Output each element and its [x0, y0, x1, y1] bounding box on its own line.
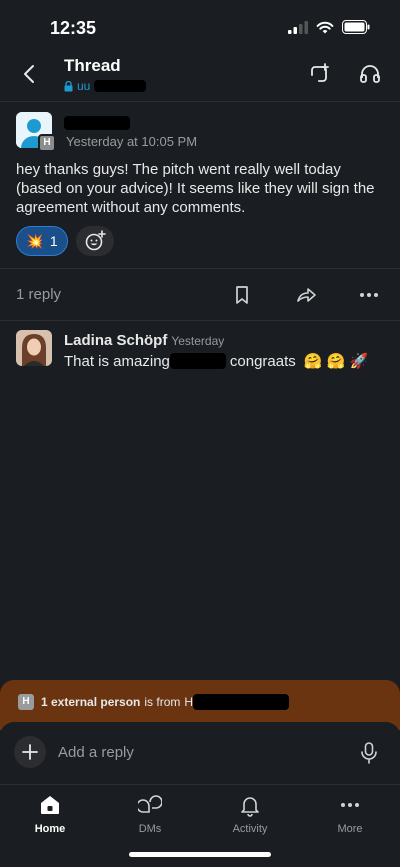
reply-input[interactable] — [58, 740, 338, 764]
battery-icon — [342, 20, 370, 34]
bookmark-icon[interactable] — [231, 284, 253, 306]
author-name-redaction[interactable] — [64, 116, 130, 135]
tab-home[interactable]: Home — [10, 793, 90, 835]
reply-count: 1 reply — [16, 286, 62, 303]
tab-more[interactable]: More — [310, 793, 390, 835]
tab-home-label: Home — [34, 823, 66, 835]
external-text: is from — [144, 695, 181, 709]
tab-dms-label: DMs — [138, 823, 162, 835]
post-divider — [0, 268, 400, 269]
attach-button[interactable] — [14, 736, 46, 768]
page-title: Thread — [64, 56, 121, 75]
bell-icon — [241, 797, 259, 817]
actions-divider — [0, 320, 400, 321]
header-divider — [0, 101, 400, 102]
headphones-icon[interactable] — [358, 62, 382, 86]
reply-author[interactable]: Ladina Schöpf Yesterday — [64, 332, 224, 349]
external-count: 1 external person — [41, 695, 141, 709]
back-icon[interactable] — [18, 62, 42, 86]
message-text: hey thanks guys! The pitch went really w… — [16, 161, 375, 216]
reaction-count: 1 — [49, 233, 58, 249]
external-org-initial: H — [184, 695, 194, 709]
external-banner-text: 1 external person is from H — [41, 694, 290, 710]
dms-icon — [138, 795, 162, 813]
tab-more-label: More — [337, 823, 363, 835]
reaction-pill[interactable]: 💥 1 — [16, 226, 68, 256]
add-reaction-button[interactable] — [76, 226, 114, 256]
reply-composer — [0, 722, 400, 784]
lock-icon — [64, 80, 73, 91]
signal-icon — [288, 20, 308, 34]
tab-dms[interactable]: DMs — [110, 793, 190, 835]
status-bar: 12:35 — [0, 0, 400, 52]
tab-activity-label: Activity — [232, 823, 268, 835]
plus-icon — [22, 744, 38, 760]
status-icons — [288, 20, 370, 34]
thread-actions-bar: 1 reply — [0, 282, 400, 308]
reply-author-name: Ladina Schöpf — [64, 332, 168, 349]
share-icon[interactable] — [295, 284, 317, 306]
reply-text-start: That is amazing — [64, 352, 170, 370]
add-emoji-icon — [85, 230, 106, 251]
wifi-icon — [316, 21, 334, 33]
reply-redaction — [169, 353, 226, 369]
title-block: Thread uu — [64, 56, 147, 93]
more-options-icon[interactable] — [358, 284, 380, 306]
status-time: 12:35 — [50, 18, 97, 38]
reply-text: That is amazing congraats 🤗 🤗 🚀 — [64, 352, 369, 371]
message-timestamp: Yesterday at 10:05 PM — [66, 134, 198, 149]
reaction-emoji: 💥 — [26, 232, 44, 249]
profile-photo-icon — [16, 330, 52, 366]
reply-text-end: congraats — [229, 352, 296, 370]
reply-timestamp: Yesterday — [171, 334, 225, 348]
avatar[interactable] — [16, 330, 52, 366]
tab-activity[interactable]: Activity — [210, 793, 290, 835]
external-org-badge: H — [18, 694, 34, 710]
bottom-tab-bar: Home DMs Activity More — [0, 784, 400, 835]
more-icon — [341, 803, 359, 807]
channel-prefix: uu — [77, 79, 91, 93]
channel-name[interactable]: uu — [64, 79, 147, 93]
microphone-icon[interactable] — [360, 742, 378, 764]
external-org-badge: H — [38, 134, 56, 152]
reply-emojis: 🤗 🤗 🚀 — [303, 353, 369, 370]
thread-header: Thread uu — [0, 52, 400, 102]
home-indicator[interactable] — [129, 852, 271, 857]
channel-redaction — [94, 80, 147, 92]
home-icon — [41, 796, 59, 814]
add-tab-icon[interactable] — [308, 62, 332, 86]
org-name-redaction — [193, 694, 290, 710]
